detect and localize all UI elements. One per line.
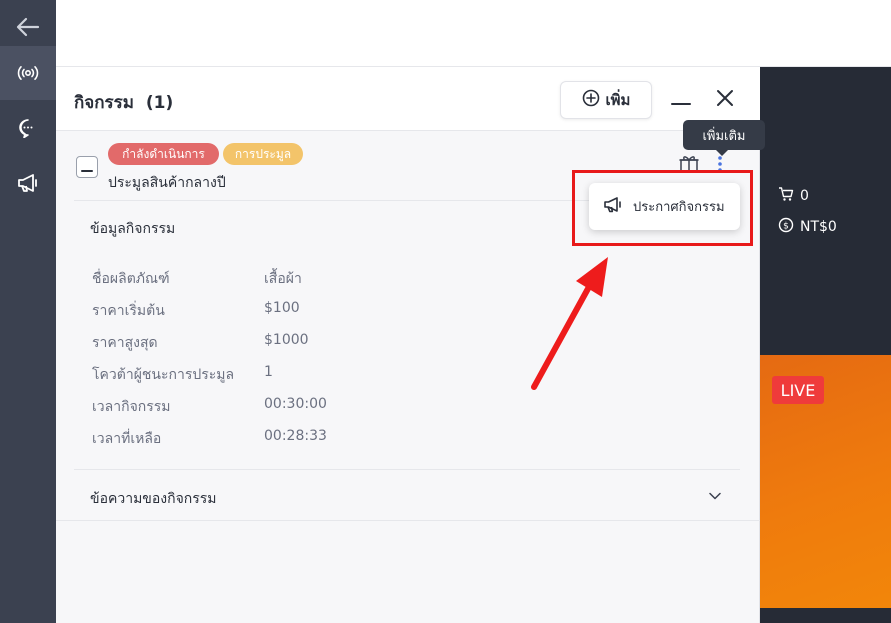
panel-title: กิจกรรม (1) xyxy=(74,93,174,113)
add-label: เพิ่ม xyxy=(605,91,631,109)
sidebar xyxy=(0,0,56,623)
chat-icon xyxy=(18,118,38,138)
type-badge: การประมูล xyxy=(223,143,303,165)
detail-label: ราคาสูงสุด xyxy=(92,335,158,351)
detail-value: 00:30:00 xyxy=(264,396,327,412)
cart-stat: 0 xyxy=(778,186,809,206)
live-badge: LIVE xyxy=(772,376,824,404)
top-bar xyxy=(56,0,891,67)
detail-label: เวลากิจกรรม xyxy=(92,399,171,415)
detail-label: ราคาเริ่มต้น xyxy=(92,303,165,319)
minus-icon xyxy=(81,158,93,177)
megaphone-icon xyxy=(17,173,39,193)
minimize-icon xyxy=(671,91,691,110)
activity-messages-title: ข้อความของกิจกรรม xyxy=(90,491,217,507)
megaphone-icon xyxy=(603,196,623,218)
detail-label: ชื่อผลิตภัณฑ์ xyxy=(92,271,170,287)
chevron-down-icon[interactable] xyxy=(709,485,721,504)
panel-header: กิจกรรม (1) เพิ่ม xyxy=(56,67,760,131)
plus-circle-icon xyxy=(582,89,600,111)
detail-label: เวลาที่เหลือ xyxy=(92,431,162,447)
minimize-button[interactable] xyxy=(670,89,692,111)
detail-value: 1 xyxy=(264,364,273,380)
detail-value: $100 xyxy=(264,300,300,316)
dollar-icon: $ xyxy=(778,217,794,237)
detail-value: $1000 xyxy=(264,332,309,348)
activity-name: ประมูลสินค้ากลางปี xyxy=(108,175,226,191)
announce-activity-label: ประกาศกิจกรรม xyxy=(633,200,725,215)
revenue-stat: $ NT$0 xyxy=(778,217,837,237)
svg-text:$: $ xyxy=(783,222,789,232)
close-button[interactable] xyxy=(714,89,736,111)
close-icon xyxy=(716,89,734,111)
revenue-value: NT$0 xyxy=(800,219,837,235)
sidebar-item-announce[interactable] xyxy=(0,156,56,210)
detail-value: 00:28:33 xyxy=(264,428,327,444)
sidebar-item-live[interactable] xyxy=(0,46,56,100)
activity-panel: กิจกรรม (1) เพิ่ม กำลังดำเนินการ การประม… xyxy=(56,67,760,623)
cart-icon xyxy=(778,186,794,206)
detail-value: เสื้อผ้า xyxy=(264,271,302,287)
red-arrow-annotation xyxy=(520,245,620,399)
announce-activity-menu-item[interactable]: ประกาศกิจกรรม xyxy=(589,183,740,230)
collapse-toggle[interactable] xyxy=(76,156,98,178)
status-badge: กำลังดำเนินการ xyxy=(108,143,219,165)
add-activity-button[interactable]: เพิ่ม xyxy=(560,81,652,119)
back-arrow-icon xyxy=(16,17,40,37)
activity-info-title: ข้อมูลกิจกรรม xyxy=(90,221,176,237)
cart-count: 0 xyxy=(800,188,809,204)
broadcast-icon xyxy=(17,65,39,81)
sidebar-item-chat[interactable] xyxy=(0,101,56,155)
more-tooltip: เพิ่มเติม xyxy=(683,120,765,156)
detail-label: โควต้าผู้ชนะการประมูล xyxy=(92,367,235,383)
